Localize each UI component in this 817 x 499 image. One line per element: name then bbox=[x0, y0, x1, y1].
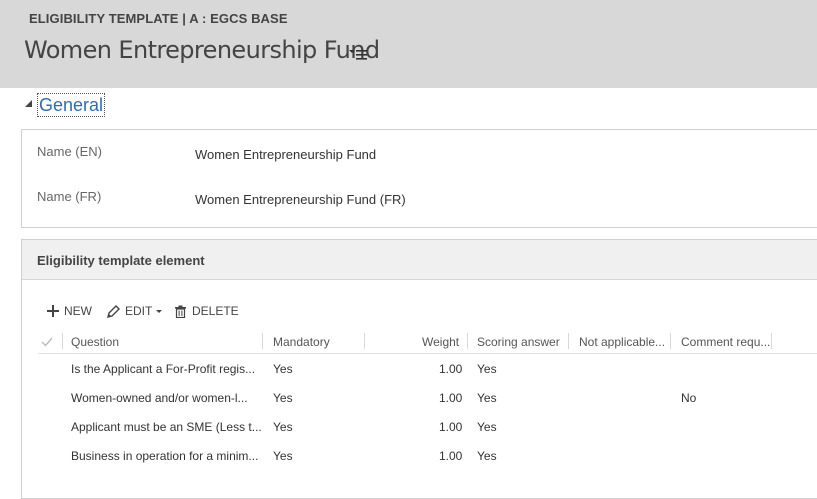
column-separator bbox=[62, 333, 63, 349]
column-header-comment-required[interactable]: Comment requ... bbox=[681, 335, 770, 349]
cell-weight: 1.00 bbox=[439, 420, 463, 434]
entity-type-label: ELIGIBILITY TEMPLATE | A : EGCS BASE bbox=[29, 11, 288, 26]
column-separator bbox=[568, 333, 569, 349]
plus-icon bbox=[47, 305, 59, 317]
cell-mandatory: Yes bbox=[273, 391, 293, 405]
edit-button[interactable]: EDIT bbox=[107, 304, 163, 318]
column-header-scoring-answer[interactable]: Scoring answer bbox=[477, 335, 560, 349]
cell-mandatory: Yes bbox=[273, 449, 293, 463]
cell-question[interactable]: Business in operation for a minim... bbox=[71, 449, 258, 463]
cell-mandatory: Yes bbox=[273, 362, 293, 376]
cell-question[interactable]: Is the Applicant a For-Profit regis... bbox=[71, 362, 255, 376]
cell-mandatory: Yes bbox=[273, 420, 293, 434]
column-header-question[interactable]: Question bbox=[71, 335, 119, 349]
chevron-down-icon bbox=[156, 310, 163, 313]
field-label-name-fr: Name (FR) bbox=[37, 189, 102, 204]
section-title-general[interactable]: General bbox=[37, 93, 106, 117]
column-header-not-applicable[interactable]: Not applicable... bbox=[579, 335, 665, 349]
cell-scoring-answer: Yes bbox=[477, 420, 497, 434]
field-label-name-en: Name (EN) bbox=[37, 144, 103, 159]
column-header-mandatory[interactable]: Mandatory bbox=[273, 335, 330, 349]
column-separator bbox=[364, 333, 365, 349]
edit-button-label: EDIT bbox=[125, 304, 153, 318]
column-separator bbox=[670, 333, 671, 349]
delete-button[interactable]: DELETE bbox=[174, 304, 239, 318]
cell-scoring-answer: Yes bbox=[477, 391, 497, 405]
new-button[interactable]: NEW bbox=[47, 304, 92, 318]
cell-scoring-answer: Yes bbox=[477, 449, 497, 463]
general-section bbox=[21, 129, 817, 228]
cell-question[interactable]: Women-owned and/or women-l... bbox=[71, 391, 248, 405]
column-separator bbox=[771, 333, 772, 349]
cell-weight: 1.00 bbox=[439, 391, 463, 405]
field-value-name-en[interactable]: Women Entrepreneurship Fund bbox=[195, 147, 376, 162]
record-title: Women Entrepreneurship Fund bbox=[24, 36, 380, 64]
pencil-icon bbox=[107, 304, 120, 318]
cell-scoring-answer: Yes bbox=[477, 362, 497, 376]
collapse-triangle-icon[interactable] bbox=[25, 100, 33, 108]
header-divider bbox=[38, 353, 817, 354]
list-menu-icon[interactable] bbox=[348, 46, 368, 62]
new-button-label: NEW bbox=[64, 304, 92, 318]
column-separator bbox=[262, 333, 263, 349]
subgrid-title: Eligibility template element bbox=[37, 253, 205, 268]
column-header-weight[interactable]: Weight bbox=[422, 335, 459, 349]
cell-comment-required: No bbox=[681, 391, 697, 405]
delete-button-label: DELETE bbox=[192, 304, 239, 318]
select-all-check-icon[interactable] bbox=[41, 337, 53, 347]
cell-question[interactable]: Applicant must be an SME (Less t... bbox=[71, 420, 262, 434]
cell-weight: 1.00 bbox=[439, 449, 463, 463]
cell-weight: 1.00 bbox=[439, 362, 463, 376]
column-separator bbox=[467, 333, 468, 349]
trash-icon bbox=[175, 305, 186, 318]
field-value-name-fr[interactable]: Women Entrepreneurship Fund (FR) bbox=[195, 192, 406, 207]
